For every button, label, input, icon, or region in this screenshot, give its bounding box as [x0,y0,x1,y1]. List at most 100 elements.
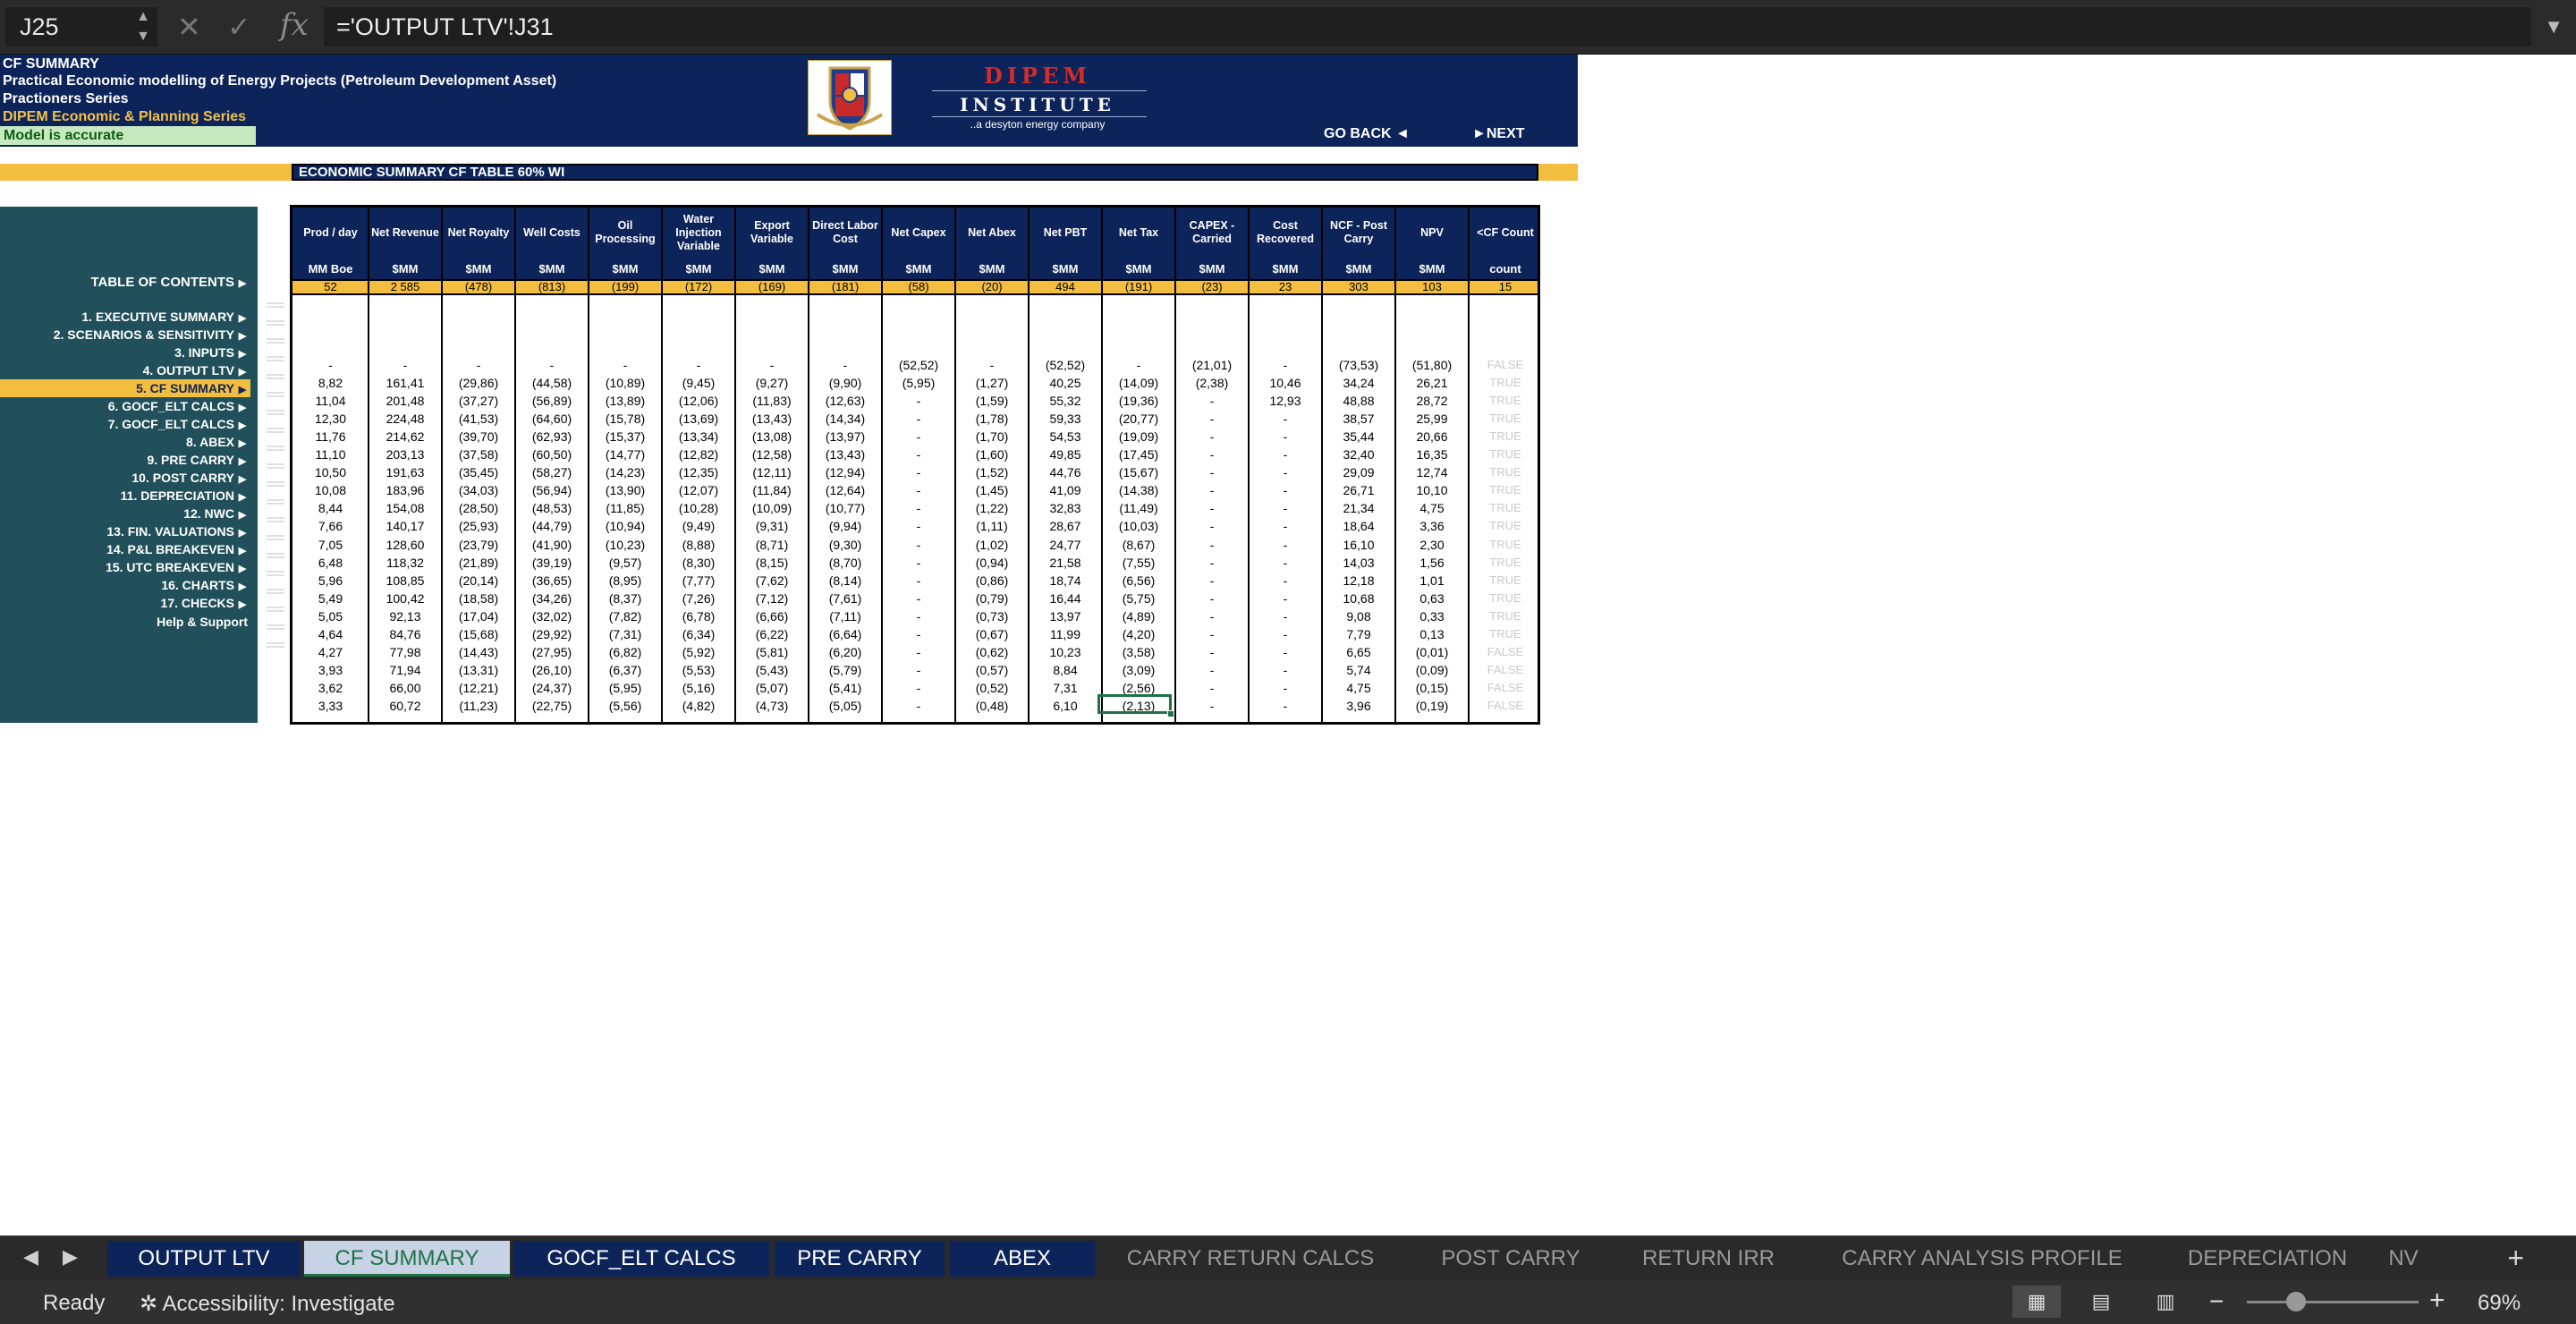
table-cell[interactable]: 16,35 [1395,446,1469,463]
table-cell[interactable]: (5,16) [662,679,735,697]
total-cell[interactable]: (199) [589,281,662,293]
table-cell[interactable]: - [1249,607,1322,625]
table-cell[interactable]: - [882,643,955,661]
column-header[interactable]: Net Revenue [369,208,442,258]
table-cell[interactable]: - [882,481,955,499]
next-link[interactable]: ►NEXT [1472,126,1525,142]
column-header[interactable]: Cost Recovered [1249,208,1322,258]
total-cell[interactable]: 15 [1469,281,1542,293]
table-cell[interactable]: - [882,428,955,446]
table-cell[interactable]: 5,49 [292,590,369,607]
table-cell[interactable]: (8,71) [735,536,809,554]
table-cell[interactable]: (11,49) [1102,499,1175,517]
table-cell[interactable]: (44,58) [515,374,589,392]
table-cell[interactable]: (5,92) [662,643,735,661]
column-header[interactable]: Net PBT [1029,208,1102,258]
table-cell[interactable]: (58,27) [515,463,589,481]
table-cell[interactable]: - [1175,679,1249,697]
table-cell[interactable]: 28,72 [1395,392,1469,410]
table-cell[interactable]: (32,02) [515,607,589,625]
sheet-tab[interactable]: OUTPUT LTV [107,1241,301,1277]
accessibility-button[interactable]: ✲ Accessibility: Investigate [140,1291,395,1317]
toc-item[interactable]: 7. GOCF_ELT CALCS ▶ [0,415,250,433]
table-cell[interactable]: (0,94) [955,554,1029,572]
table-cell[interactable]: 25,99 [1395,410,1469,428]
table-cell[interactable]: (5,95) [882,374,955,392]
table-cell[interactable]: - [1249,428,1322,446]
table-cell[interactable]: 0,63 [1395,590,1469,607]
total-cell[interactable]: (23) [1175,281,1249,293]
toc-item[interactable]: 3. INPUTS ▶ [0,344,250,361]
table-cell[interactable]: (0,15) [1395,679,1469,697]
table-cell[interactable]: (62,93) [515,428,589,446]
table-cell[interactable]: - [1175,625,1249,643]
table-cell[interactable]: 48,88 [1322,392,1395,410]
table-cell[interactable]: (52,52) [882,356,955,374]
page-break-view-icon[interactable]: ▥ [2141,1286,2190,1318]
table-cell[interactable]: - [1249,643,1322,661]
table-cell[interactable]: (12,58) [735,446,809,463]
table-cell[interactable]: (56,89) [515,392,589,410]
table-cell[interactable]: - [882,607,955,625]
table-cell[interactable]: - [1175,517,1249,535]
table-cell[interactable]: - [1249,446,1322,463]
table-cell[interactable]: (12,82) [662,446,735,463]
table-cell[interactable]: (1,27) [955,374,1029,392]
table-cell[interactable]: - [1175,572,1249,590]
table-cell[interactable]: TRUE [1469,590,1542,607]
table-cell[interactable]: 44,76 [1029,463,1102,481]
table-cell[interactable]: - [1249,536,1322,554]
toc-item[interactable]: 1. EXECUTIVE SUMMARY ▶ [0,308,250,326]
table-cell[interactable]: (37,27) [442,392,515,410]
sheet-tab[interactable]: PRE CARRY [775,1241,945,1277]
table-cell[interactable]: 9,08 [1322,607,1395,625]
table-cell[interactable]: - [882,536,955,554]
table-cell[interactable]: (7,26) [662,590,735,607]
toc-item[interactable]: 10. POST CARRY ▶ [0,469,250,487]
table-cell[interactable]: (5,05) [809,697,882,715]
table-cell[interactable]: (7,61) [809,590,882,607]
table-cell[interactable]: (9,27) [735,374,809,392]
table-cell[interactable]: 77,98 [369,643,442,661]
table-cell[interactable]: (20,14) [442,572,515,590]
table-cell[interactable]: 1,56 [1395,554,1469,572]
table-cell[interactable]: - [735,356,809,374]
table-cell[interactable]: FALSE [1469,697,1542,715]
table-cell[interactable]: (13,31) [442,661,515,679]
table-cell[interactable]: 0,33 [1395,607,1469,625]
column-header[interactable]: Net Capex [882,208,955,258]
table-cell[interactable]: 18,74 [1029,572,1102,590]
table-cell[interactable]: - [1175,463,1249,481]
table-cell[interactable]: - [1249,625,1322,643]
table-cell[interactable]: (9,57) [589,554,662,572]
table-cell[interactable]: TRUE [1469,499,1542,517]
table-cell[interactable]: 26,71 [1322,481,1395,499]
table-cell[interactable]: - [1175,428,1249,446]
table-cell[interactable]: (22,75) [515,697,589,715]
table-cell[interactable]: (14,43) [442,643,515,661]
add-sheet-icon[interactable]: + [2507,1242,2524,1275]
table-cell[interactable]: 32,83 [1029,499,1102,517]
table-cell[interactable]: 3,96 [1322,697,1395,715]
table-cell[interactable]: (52,52) [1029,356,1102,374]
table-cell[interactable]: (9,31) [735,517,809,535]
table-cell[interactable]: (12,63) [809,392,882,410]
table-cell[interactable]: (39,19) [515,554,589,572]
table-cell[interactable]: (17,45) [1102,446,1175,463]
table-cell[interactable]: TRUE [1469,536,1542,554]
table-cell[interactable]: FALSE [1469,679,1542,697]
table-cell[interactable]: (13,97) [809,428,882,446]
table-cell[interactable]: 224,48 [369,410,442,428]
column-header[interactable]: NCF - Post Carry [1322,208,1395,258]
table-cell[interactable]: (9,49) [662,517,735,535]
column-header[interactable]: Direct Labor Cost [809,208,882,258]
table-cell[interactable]: 1,01 [1395,572,1469,590]
table-cell[interactable]: TRUE [1469,572,1542,590]
fill-handle[interactable] [1167,710,1174,717]
toc-item[interactable]: 17. CHECKS ▶ [0,594,250,612]
column-header[interactable]: Export Variable [735,208,809,258]
table-cell[interactable]: 7,05 [292,536,369,554]
table-cell[interactable]: 10,46 [1249,374,1322,392]
table-cell[interactable]: 18,64 [1322,517,1395,535]
toc-item[interactable]: 8. ABEX ▶ [0,433,250,451]
